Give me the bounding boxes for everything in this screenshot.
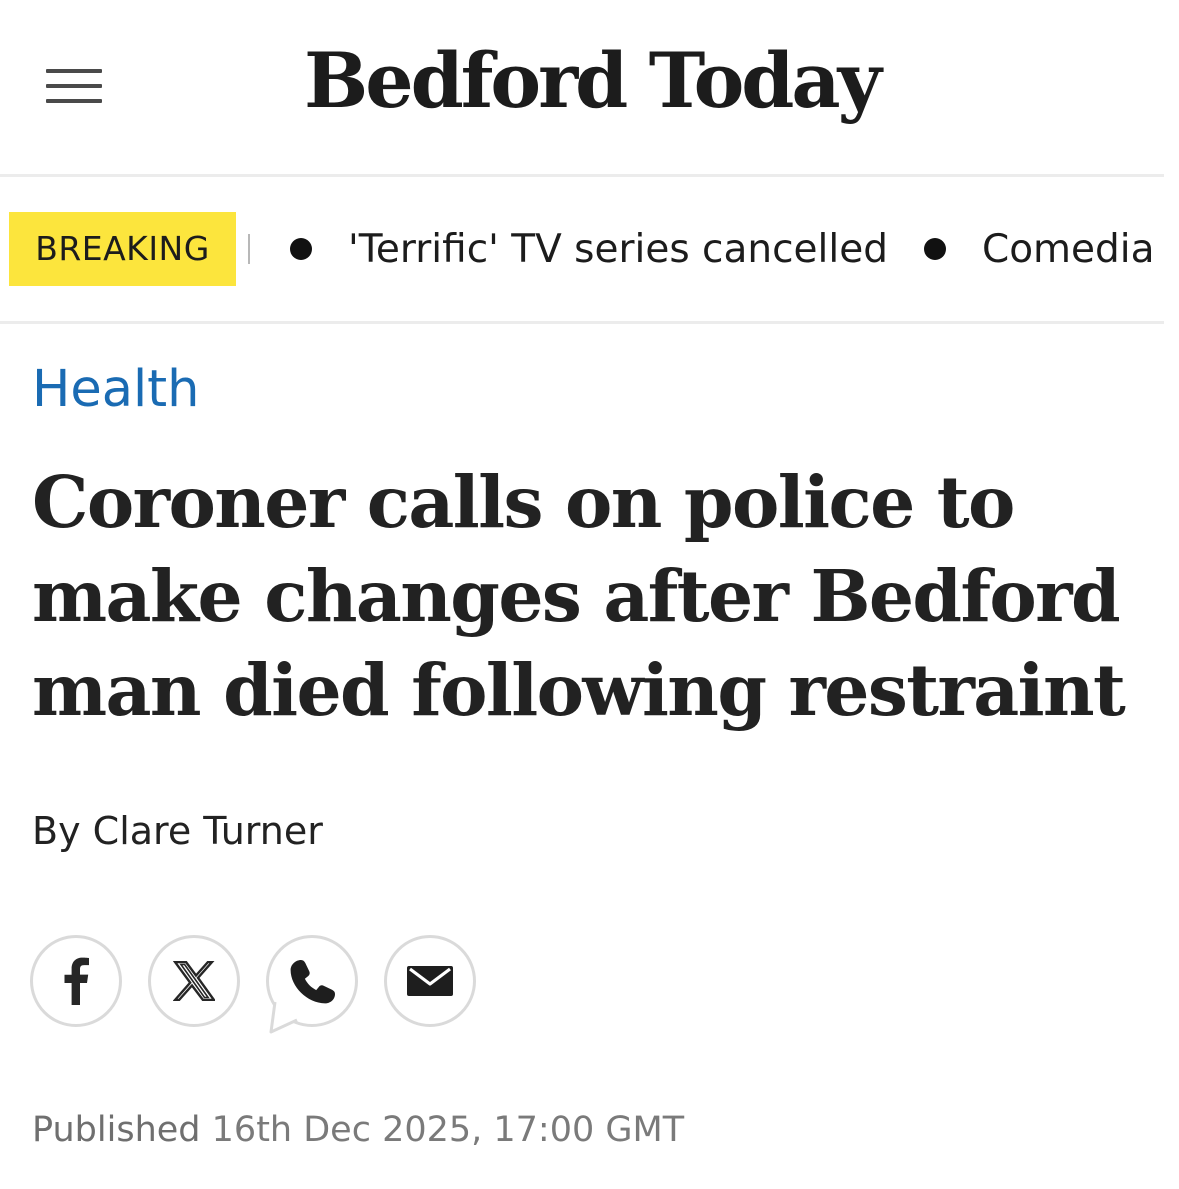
article-headline: Coroner calls on police to make changes … [32, 460, 1126, 732]
ticker-item-label: 'Terrific' TV series cancelled [348, 226, 888, 272]
menu-line [46, 69, 102, 73]
byline-prefix: By [32, 809, 81, 853]
email-icon [407, 966, 453, 996]
category-link[interactable]: Health [32, 358, 199, 422]
email-share-button[interactable] [384, 935, 476, 1027]
ticker-item[interactable]: Comedia [923, 226, 1155, 272]
menu-line [46, 84, 102, 88]
menu-line [46, 99, 102, 103]
breaking-ticker: 'Terrific' TV series cancelled Comedia [290, 212, 1155, 286]
breaking-news-bar: BREAKING 'Terrific' TV series cancelled … [0, 177, 1164, 324]
breaking-badge: BREAKING [9, 212, 236, 286]
facebook-share-button[interactable] [30, 935, 122, 1027]
published-label: Published [32, 1110, 201, 1150]
hamburger-menu-icon[interactable] [46, 69, 104, 107]
author-link[interactable]: Clare Turner [93, 809, 323, 853]
byline: By Clare Turner [32, 804, 323, 858]
published-date: 16th Dec 2025, 17:00 GMT [211, 1110, 685, 1150]
ticker-item-label: Comedia [981, 226, 1155, 272]
ticker-item[interactable]: 'Terrific' TV series cancelled [290, 227, 888, 272]
bullet-icon [290, 238, 312, 260]
x-icon [173, 961, 215, 1001]
bullet-icon [923, 238, 946, 260]
ticker-divider [248, 234, 250, 264]
whatsapp-share-button[interactable] [266, 935, 358, 1034]
share-buttons [30, 935, 476, 1034]
phone-icon [290, 960, 335, 1004]
facebook-icon [64, 957, 89, 1005]
x-share-button[interactable] [148, 935, 240, 1027]
site-logo[interactable]: Bedford Today [304, 36, 882, 126]
whatsapp-bubble-tail [269, 1001, 298, 1034]
site-header: Bedford Today [0, 0, 1164, 177]
published-timestamp: Published 16th Dec 2025, 17:00 GMT [32, 1104, 684, 1156]
